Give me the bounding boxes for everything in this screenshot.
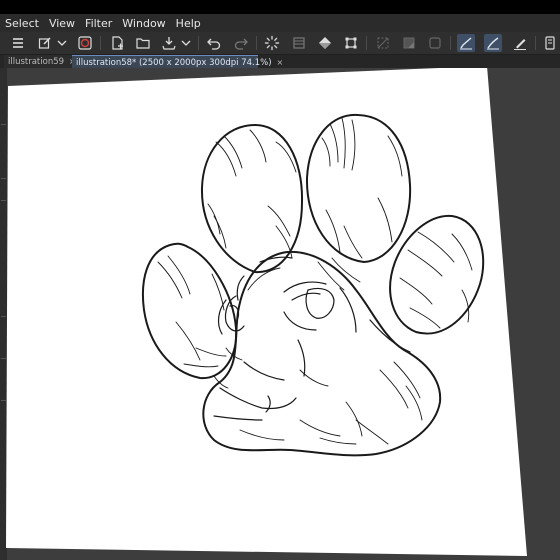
pen-curve-icon[interactable] (484, 34, 502, 52)
undo-icon[interactable] (205, 34, 223, 52)
new-file-icon[interactable] (108, 34, 126, 52)
toolbar-separator (100, 36, 101, 50)
toolbar-separator (450, 36, 451, 50)
color-icon[interactable] (76, 34, 94, 52)
menu-window[interactable]: Window (117, 17, 170, 30)
save-icon[interactable] (160, 34, 178, 52)
menu-bar: Select View Filter Window Help (0, 14, 560, 32)
chevron-down-icon[interactable] (56, 34, 68, 52)
toolbar-separator (256, 36, 257, 50)
redo-icon[interactable] (232, 34, 250, 52)
clear-icon[interactable] (290, 34, 308, 52)
tab-label: illustration59 (8, 56, 65, 67)
document-tab-bar: illustration59 × illustration58* (2500 x… (0, 55, 560, 69)
tab-label: illustration58* (2500 x 2000px 300dpi 74… (76, 57, 272, 68)
window-top-strip (0, 0, 560, 14)
loading-spinner-icon[interactable] (263, 34, 281, 52)
open-folder-icon[interactable] (134, 34, 152, 52)
command-toolbar (0, 32, 560, 55)
menu-view[interactable]: View (44, 17, 80, 30)
tab-illustration58[interactable]: illustration58* (2500 x 2000px 300dpi 74… (72, 55, 283, 69)
transform-icon[interactable] (342, 34, 360, 52)
menu-icon[interactable] (9, 34, 27, 52)
menu-select[interactable]: Select (0, 17, 44, 30)
tablet-icon[interactable] (541, 34, 559, 52)
frame-icon[interactable] (426, 34, 444, 52)
selection-icon[interactable] (400, 34, 418, 52)
close-icon[interactable]: × (277, 58, 284, 67)
menu-filter[interactable]: Filter (80, 17, 117, 30)
toolbar-separator (535, 36, 536, 50)
chevron-down-icon[interactable] (180, 34, 192, 52)
toolbar-separator (198, 36, 199, 50)
pen-icon[interactable] (511, 34, 529, 52)
new-layer-icon[interactable] (36, 34, 54, 52)
paper-sheet (6, 68, 527, 556)
deselect-icon[interactable] (374, 34, 392, 52)
pen-stroke-icon[interactable] (457, 34, 475, 52)
toolbar-separator (366, 36, 367, 50)
tab-illustration59[interactable]: illustration59 × (4, 55, 78, 68)
drawing-canvas[interactable] (0, 68, 560, 560)
menu-help[interactable]: Help (171, 17, 206, 30)
fill-icon[interactable] (316, 34, 334, 52)
canvas-workspace[interactable] (0, 68, 560, 560)
